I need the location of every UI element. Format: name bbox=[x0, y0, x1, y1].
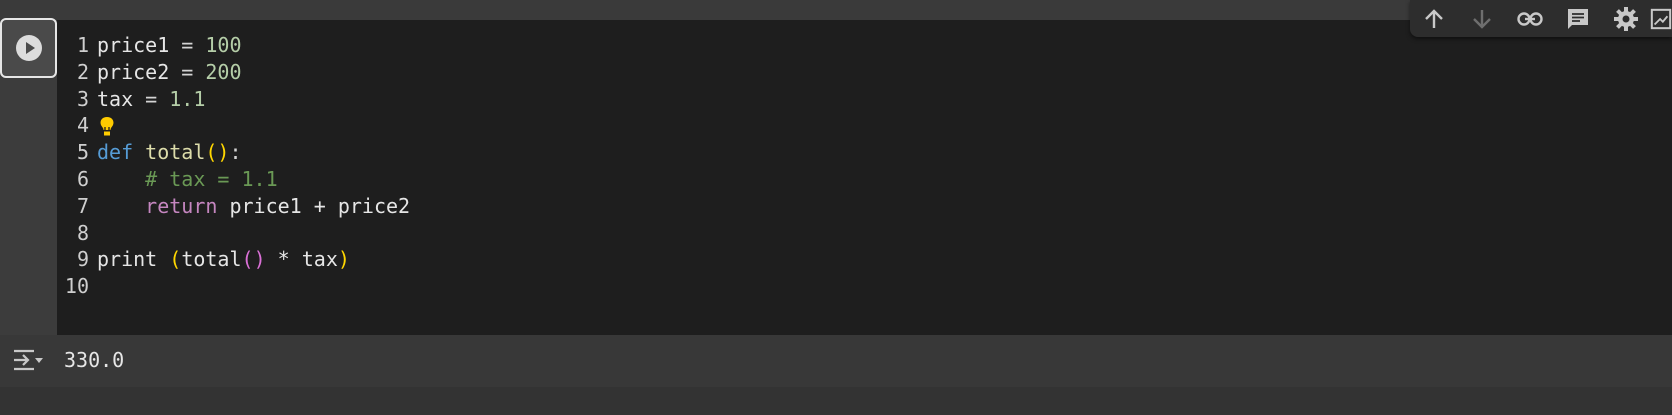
play-circle-icon bbox=[15, 35, 42, 61]
line-number: 4 bbox=[76, 113, 89, 138]
code-line[interactable]: 7 return price1 + price2 bbox=[57, 192, 410, 220]
line-number: 9 bbox=[76, 247, 89, 272]
code-line[interactable]: 3 tax = 1.1 bbox=[57, 85, 205, 113]
notebook-page: 1 price1 = 100 2 price2 = 200 3 tax = 1.1 4 5 de… bbox=[0, 0, 1672, 415]
code-token: ) bbox=[337, 247, 350, 272]
line-number: 8 bbox=[76, 220, 89, 245]
code-token: = bbox=[169, 59, 206, 84]
line-number: 2 bbox=[76, 59, 89, 84]
arrow-up-icon bbox=[1425, 8, 1443, 28]
mirror-cell-icon bbox=[1650, 8, 1672, 29]
code-token: # tax = 1.1 bbox=[145, 167, 278, 191]
move-cell-down-button[interactable] bbox=[1458, 3, 1506, 35]
comment-icon bbox=[1568, 8, 1588, 29]
mirror-cell-button[interactable] bbox=[1650, 3, 1672, 35]
code-line[interactable]: 6 # tax = 1.1 bbox=[57, 165, 278, 193]
code-editor[interactable]: 1 price1 = 100 2 price2 = 200 3 tax = 1.1 4 5 de… bbox=[57, 20, 1672, 335]
output-options-icon bbox=[14, 349, 43, 371]
code-line[interactable]: 9 print (total() * tax) bbox=[57, 245, 350, 273]
output-options-button[interactable] bbox=[10, 345, 46, 375]
code-token: = bbox=[133, 86, 170, 111]
code-token: = bbox=[169, 33, 206, 57]
code-token: 100 bbox=[205, 33, 242, 57]
add-comment-button[interactable] bbox=[1554, 3, 1602, 35]
line-number: 7 bbox=[76, 193, 89, 218]
code-line[interactable]: 5 def total(): bbox=[57, 138, 242, 166]
arrow-down-icon bbox=[1473, 9, 1491, 29]
code-line[interactable]: 2 price2 = 200 bbox=[57, 58, 242, 86]
code-line[interactable]: 8 bbox=[57, 219, 97, 247]
cell-settings-button[interactable] bbox=[1602, 3, 1650, 35]
code-token: total bbox=[145, 140, 206, 165]
code-token: price1 bbox=[97, 33, 170, 57]
code-token: () bbox=[241, 247, 266, 272]
code-line[interactable]: 4 bbox=[57, 111, 117, 139]
bottom-strip bbox=[0, 387, 1672, 415]
code-token: 200 bbox=[205, 59, 242, 84]
output-value: 330.0 bbox=[64, 348, 125, 372]
code-line[interactable]: 1 price1 = 100 bbox=[57, 31, 242, 59]
line-number: 5 bbox=[76, 140, 89, 165]
code-token: price1 + price2 bbox=[217, 193, 411, 218]
lightbulb-icon[interactable] bbox=[97, 116, 117, 138]
cell-toolbar bbox=[1410, 0, 1672, 37]
code-token: price2 bbox=[97, 59, 170, 84]
code-token: : bbox=[229, 140, 242, 165]
run-cell-button[interactable] bbox=[0, 18, 57, 78]
code-token: print bbox=[97, 247, 158, 272]
line-number: 6 bbox=[76, 167, 89, 191]
copy-link-button[interactable] bbox=[1506, 3, 1554, 35]
line-number: 10 bbox=[64, 274, 89, 299]
gear-icon bbox=[1614, 6, 1638, 31]
line-number: 3 bbox=[76, 86, 89, 111]
code-line[interactable]: 10 bbox=[57, 272, 97, 300]
code-token: () bbox=[205, 140, 230, 165]
code-token: def bbox=[97, 140, 134, 165]
line-number: 1 bbox=[76, 33, 89, 57]
code-token: ( bbox=[169, 247, 182, 272]
move-cell-up-button[interactable] bbox=[1410, 3, 1458, 35]
link-icon bbox=[1517, 11, 1543, 26]
code-token: tax bbox=[97, 86, 134, 111]
cell-output: 330.0 bbox=[0, 335, 1672, 387]
code-token: total bbox=[181, 247, 242, 272]
code-token: * tax bbox=[265, 247, 338, 272]
code-token: return bbox=[145, 193, 218, 218]
code-token: 1.1 bbox=[169, 86, 206, 111]
